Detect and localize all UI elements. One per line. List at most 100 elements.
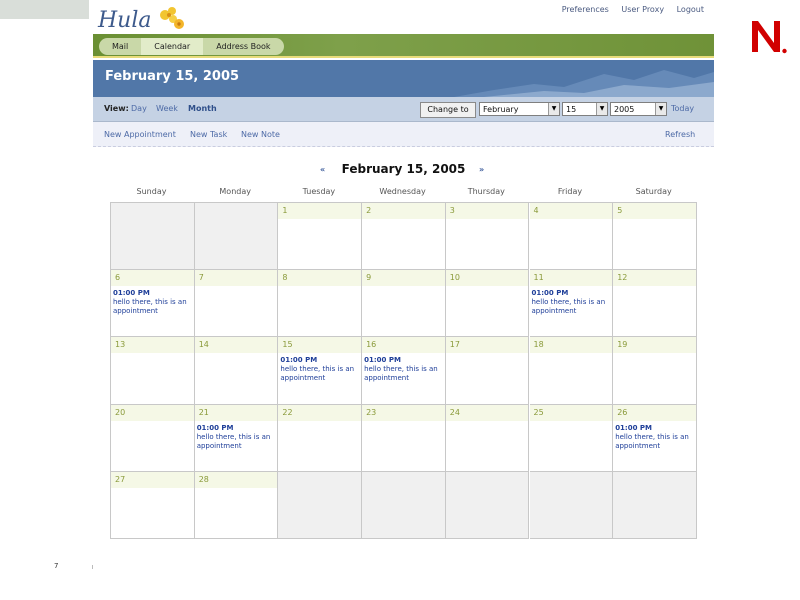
day-cell-10[interactable]: 10 (445, 270, 530, 338)
day-cell-20[interactable]: 20 (111, 404, 195, 472)
day-cell-23[interactable]: 23 (362, 404, 446, 472)
day-number[interactable]: 28 (194, 471, 278, 488)
weekday-friday: Friday (557, 187, 583, 196)
month-select[interactable]: February ▼ (479, 102, 560, 116)
user-proxy-link[interactable]: User Proxy (621, 5, 664, 14)
day-number[interactable]: 24 (445, 404, 529, 421)
appointment-item[interactable]: 01:00 PM hello there, this is an appointm… (195, 421, 278, 451)
day-number[interactable]: 12 (613, 270, 696, 287)
day-cell-25[interactable]: 25 (529, 404, 614, 472)
novell-logo (752, 21, 787, 54)
day-select[interactable]: 15 ▼ (562, 102, 608, 116)
day-cell-22[interactable]: 22 (278, 404, 363, 472)
empty-day-cell (445, 471, 530, 539)
day-number[interactable]: 25 (529, 404, 613, 421)
action-bar: New Appointment New Task New Note Refres… (93, 122, 714, 147)
new-task-link[interactable]: New Task (190, 130, 227, 139)
day-number[interactable]: 4 (529, 203, 613, 219)
day-number[interactable]: 13 (111, 337, 194, 354)
page-title: February 15, 2005 (105, 69, 240, 84)
year-select[interactable]: 2005 ▼ (610, 102, 667, 116)
day-number[interactable]: 18 (529, 337, 613, 354)
day-number[interactable]: 27 (111, 471, 194, 488)
view-month-link[interactable]: Month (188, 104, 217, 113)
day-cell-6[interactable]: 6 01:00 PM hello there, this is an appoint… (111, 270, 195, 338)
day-number[interactable]: 5 (613, 203, 696, 219)
day-cell-3[interactable]: 3 (445, 203, 530, 271)
day-cell-1[interactable]: 1 (278, 203, 363, 271)
appointment-text: hello there, this is an appointment (113, 298, 187, 316)
appointment-item[interactable]: 01:00 PM hello there, this is an appointm… (362, 353, 445, 383)
appointment-text: hello there, this is an appointment (615, 432, 689, 450)
day-cell-7[interactable]: 7 (194, 270, 279, 338)
appointment-time: 01:00 PM (196, 423, 234, 432)
day-number[interactable]: 14 (194, 337, 278, 354)
title-bar: February 15, 2005 (93, 60, 714, 97)
new-note-link[interactable]: New Note (241, 130, 280, 139)
day-cell-9[interactable]: 9 (362, 270, 446, 338)
day-cell-18[interactable]: 18 (529, 337, 614, 405)
day-number[interactable]: 3 (445, 203, 529, 219)
new-appointment-link[interactable]: New Appointment (104, 130, 176, 139)
day-cell-11[interactable]: 11 01:00 PM hello there, this is an appoin… (529, 270, 614, 338)
day-cell-27[interactable]: 27 (111, 471, 195, 539)
day-number[interactable]: 21 (194, 404, 278, 421)
appointment-time: 01:00 PM (364, 356, 401, 365)
day-cell-17[interactable]: 17 (445, 337, 530, 405)
day-number[interactable]: 22 (278, 404, 362, 421)
svg-text:Hula: Hula (97, 8, 152, 33)
day-cell-19[interactable]: 19 (613, 337, 697, 405)
day-cell-14[interactable]: 14 (194, 337, 279, 405)
appointment-item[interactable]: 01:00 PM hello there, this is an appointm… (278, 353, 361, 383)
next-month-button[interactable]: » (479, 165, 484, 174)
view-label: View: (104, 104, 129, 113)
day-cell-13[interactable]: 13 (111, 337, 195, 405)
day-cell-8[interactable]: 8 (278, 270, 363, 338)
day-number[interactable]: 15 (278, 337, 362, 354)
day-cell-24[interactable]: 24 (445, 404, 530, 472)
hula-app: Hula Preferences User Proxy Logout Mail … (93, 0, 714, 147)
day-cell-28[interactable]: 28 (194, 471, 279, 539)
day-number[interactable]: 20 (111, 404, 194, 421)
preferences-link[interactable]: Preferences (562, 5, 609, 14)
appointment-item[interactable]: 01:00 PM hello there, this is an appointm… (530, 286, 613, 316)
appointment-item[interactable]: 01:00 PM hello there, this is an appointm… (613, 421, 696, 451)
day-cell-16[interactable]: 16 01:00 PM hello there, this is an appoin… (362, 337, 446, 405)
day-number[interactable]: 26 (613, 404, 696, 421)
day-number[interactable]: 11 (529, 270, 613, 287)
day-cell-15[interactable]: 15 01:00 PM hello there, this is an appoin… (278, 337, 363, 405)
today-link[interactable]: Today (671, 104, 694, 113)
day-cell-12[interactable]: 12 (613, 270, 697, 338)
tab-mail[interactable]: Mail (99, 38, 142, 55)
logout-link[interactable]: Logout (677, 5, 704, 14)
day-cell-5[interactable]: 5 (613, 203, 697, 271)
day-cell-4[interactable]: 4 (529, 203, 614, 271)
day-cell-26[interactable]: 26 01:00 PM hello there, this is an appoin… (613, 404, 697, 472)
day-number[interactable]: 1 (278, 203, 362, 219)
day-number[interactable]: 23 (362, 404, 445, 421)
day-number[interactable]: 7 (194, 270, 278, 287)
change-to-button[interactable]: Change to (420, 102, 476, 118)
hula-logo[interactable]: Hula (95, 3, 191, 35)
refresh-link[interactable]: Refresh (665, 130, 695, 139)
day-number[interactable]: 17 (445, 337, 529, 354)
day-cell-21[interactable]: 21 01:00 PM hello there, this is an appoin… (194, 404, 279, 472)
day-number[interactable]: 19 (613, 337, 696, 354)
day-number[interactable]: 16 (362, 337, 445, 354)
day-select-value: 15 (566, 105, 577, 114)
day-number[interactable]: 2 (362, 203, 445, 219)
day-number[interactable]: 8 (278, 270, 362, 287)
tab-address-book[interactable]: Address Book (203, 38, 284, 55)
view-week-link[interactable]: Week (156, 104, 178, 113)
day-number[interactable]: 6 (111, 270, 194, 287)
weekday-saturday: Saturday (635, 187, 672, 196)
appointment-text: hello there, this is an appointment (531, 298, 606, 316)
appointment-item[interactable]: 01:00 PM hello there, this is an appointm… (111, 286, 194, 316)
appointment-time: 01:00 PM (531, 289, 569, 298)
view-day-link[interactable]: Day (131, 104, 147, 113)
day-number[interactable]: 9 (362, 270, 445, 287)
day-number[interactable]: 10 (445, 270, 529, 287)
month-select-value: February (483, 105, 519, 114)
day-cell-2[interactable]: 2 (362, 203, 446, 271)
tab-calendar[interactable]: Calendar (141, 38, 204, 55)
